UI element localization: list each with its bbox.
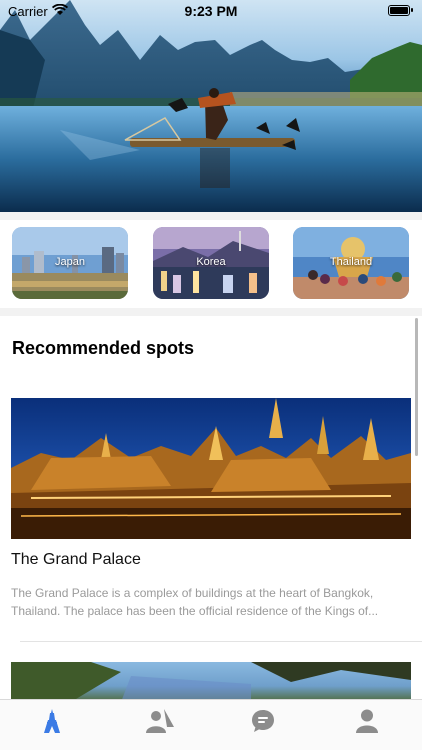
people-icon [146, 709, 174, 733]
section-title: Recommended spots [12, 338, 195, 358]
destination-carousel[interactable]: Japan Korea Thailand [0, 220, 422, 308]
destination-card-korea[interactable]: Korea [153, 227, 269, 299]
chat-icon [252, 710, 274, 732]
profile-icon [356, 709, 378, 733]
destination-card-thailand[interactable]: Thailand [293, 227, 409, 299]
destination-label: Thailand [329, 256, 373, 268]
spot-description: The Grand Palace is a complex of buildin… [11, 584, 411, 620]
destination-label: Japan [55, 256, 85, 268]
section-divider [0, 212, 422, 220]
spot-description-line: The Grand Palace is a complex of buildin… [11, 586, 374, 600]
scrollbar[interactable] [415, 318, 418, 456]
tab-messages[interactable] [210, 700, 315, 750]
spot-description-line: Thailand. The palace has been the offici… [11, 604, 379, 618]
destination-card-japan[interactable]: Japan [12, 227, 128, 299]
tab-bar [0, 699, 422, 750]
tab-home[interactable] [0, 700, 105, 750]
section-divider [0, 308, 422, 316]
tower-icon [44, 709, 60, 733]
spot-title[interactable]: The Grand Palace [11, 551, 141, 569]
status-bar: Carrier 9:23 PM [0, 0, 422, 22]
hero-banner-image [0, 0, 422, 212]
spot-image[interactable] [11, 398, 411, 539]
clock-time: 9:23 PM [184, 3, 238, 19]
tab-community[interactable] [105, 700, 210, 750]
battery-icon [388, 5, 413, 16]
spot-image[interactable] [11, 662, 411, 702]
list-separator [20, 641, 422, 642]
tab-profile[interactable] [315, 700, 420, 750]
destination-label: Korea [196, 256, 226, 268]
